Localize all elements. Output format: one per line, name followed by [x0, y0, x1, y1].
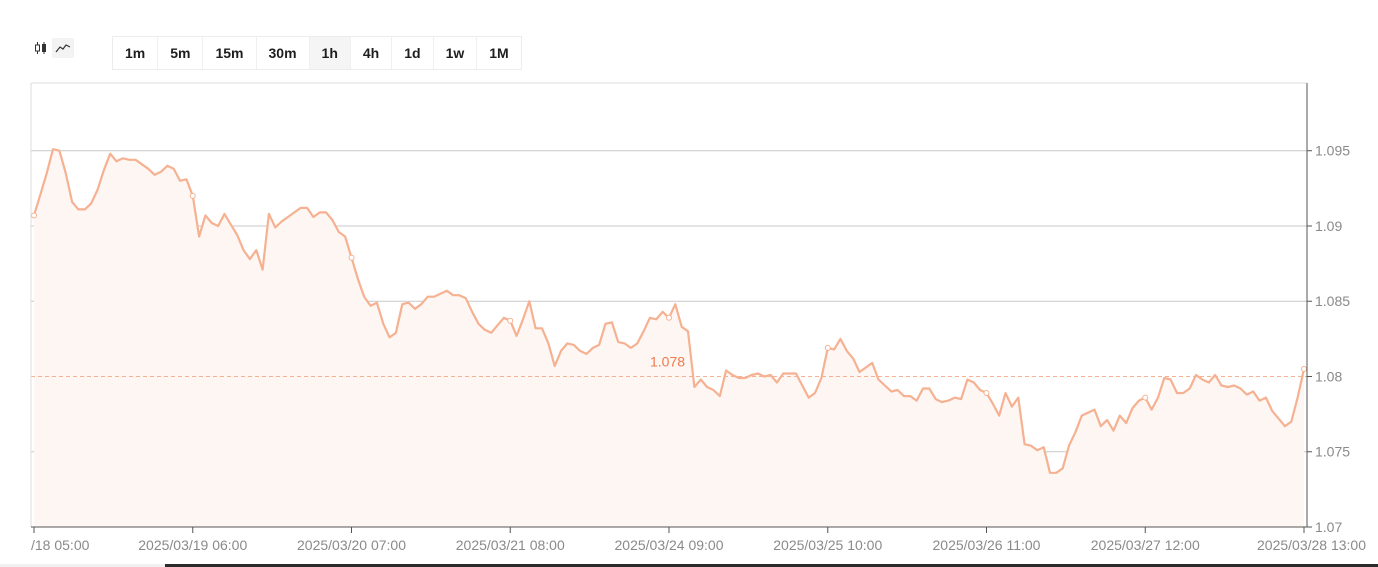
x-tick-label: 2025/03/27 12:00: [1091, 537, 1200, 553]
reference-value-label: 1.078: [650, 353, 685, 369]
x-tick-label: 2025/03/20 07:00: [297, 537, 406, 553]
x-tick-label: 2025/03/28 13:00: [1257, 537, 1366, 553]
x-tick-label: 2025/03/25 10:00: [773, 537, 882, 553]
x-tick-label: 2025/03/26 11:00: [933, 537, 1041, 553]
data-point-marker: [31, 212, 37, 219]
data-point-marker: [1301, 365, 1307, 372]
y-tick-labels: 1.07 1.075 1.08 1.085 1.09 1.095: [1315, 143, 1350, 535]
x-tick-label: 2025/03/21 08:00: [456, 537, 565, 553]
data-point-marker: [983, 390, 990, 397]
y-tick-label: 1.08: [1315, 368, 1342, 384]
area-fill: [34, 149, 1304, 527]
data-point-marker: [507, 317, 514, 324]
y-tick-label: 1.09: [1315, 218, 1342, 234]
y-tick-label: 1.07: [1315, 519, 1342, 535]
x-tick-labels: /18 05:00 2025/03/19 06:00 2025/03/20 07:0…: [31, 537, 1366, 553]
data-point-marker: [189, 192, 196, 199]
price-chart[interactable]: 1.078 1.07 1.075 1.08 1.085 1.09 1.095 /18 05…: [0, 0, 1378, 567]
y-tick-label: 1.085: [1315, 293, 1350, 309]
data-point-marker: [666, 314, 672, 321]
data-point-marker: [348, 254, 355, 261]
data-point-marker: [1142, 394, 1149, 401]
y-tick-label: 1.095: [1315, 143, 1350, 159]
x-tick-label: /18 05:00: [31, 537, 90, 553]
x-tick-label: 2025/03/24 09:00: [615, 537, 724, 553]
y-tick-label: 1.075: [1315, 444, 1350, 460]
data-point-marker: [824, 344, 831, 351]
x-tick-label: 2025/03/19 06:00: [138, 537, 247, 553]
price-area: [34, 149, 1304, 527]
